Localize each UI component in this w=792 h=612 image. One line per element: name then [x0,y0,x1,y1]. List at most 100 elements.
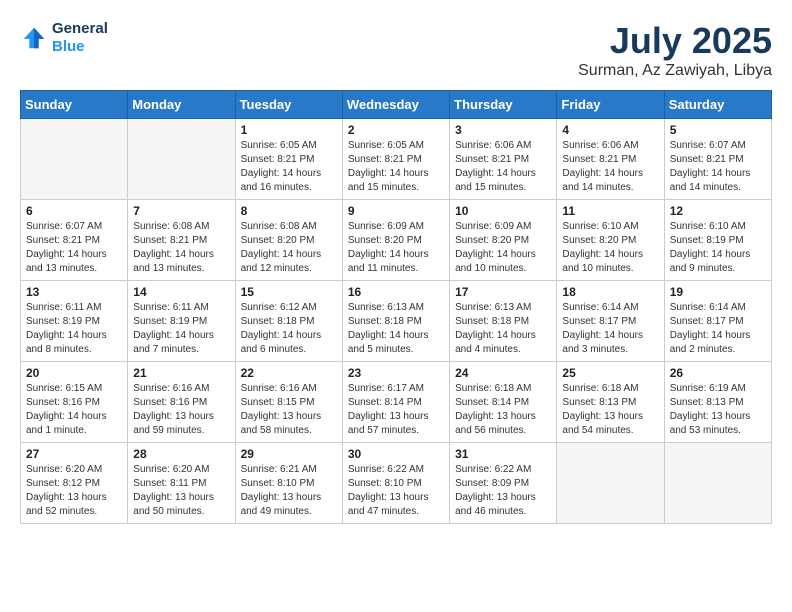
calendar-cell: 31Sunrise: 6:22 AM Sunset: 8:09 PM Dayli… [450,443,557,524]
day-info: Sunrise: 6:21 AM Sunset: 8:10 PM Dayligh… [241,463,337,519]
day-info: Sunrise: 6:11 AM Sunset: 8:19 PM Dayligh… [133,301,229,357]
calendar-cell: 28 Sunrise: 6:20 AM Sunset: 8:11 PM Dayli… [128,443,235,524]
calendar-cell: 24 Sunrise: 6:18 AM Sunset: 8:14 PM Dayli… [450,362,557,443]
calendar-cell: 23 Sunrise: 6:17 AM Sunset: 8:14 PM Dayli… [342,362,449,443]
day-info: Sunrise: 6:06 AM Sunset: 8:21 PM Dayligh… [455,139,551,195]
calendar-cell: 15Sunrise: 6:12 AM Sunset: 8:18 PM Dayli… [235,281,342,362]
day-info: Sunrise: 6:18 AM Sunset: 8:14 PM Dayligh… [455,382,551,438]
day-number: 29 [241,447,337,461]
day-number: 21 [133,366,229,380]
page-header: General Blue July 2025 Surman, Az Zawiya… [20,20,772,80]
day-info: Sunrise: 6:15 AM Sunset: 8:16 PM Dayligh… [26,382,122,438]
calendar-cell: 19 Sunrise: 6:14 AM Sunset: 8:17 PM Dayli… [664,281,771,362]
logo: General Blue [20,20,108,56]
day-number: 23 [348,366,444,380]
day-number: 5 [670,123,766,137]
day-info: Sunrise: 6:13 AM Sunset: 8:18 PM Dayligh… [455,301,551,357]
day-number: 15 [241,285,337,299]
calendar-cell [128,119,235,200]
calendar-cell: 26 Sunrise: 6:19 AM Sunset: 8:13 PM Dayli… [664,362,771,443]
weekday-wednesday: Wednesday [342,91,449,119]
logo-text: General Blue [52,20,108,56]
day-number: 24 [455,366,551,380]
calendar-cell: 17 Sunrise: 6:13 AM Sunset: 8:18 PM Dayli… [450,281,557,362]
calendar-cell: 11 Sunrise: 6:10 AM Sunset: 8:20 PM Dayli… [557,200,664,281]
calendar-cell: 7 Sunrise: 6:08 AM Sunset: 8:21 PM Daylig… [128,200,235,281]
day-info: Sunrise: 6:14 AM Sunset: 8:17 PM Dayligh… [670,301,766,357]
day-info: Sunrise: 6:07 AM Sunset: 8:21 PM Dayligh… [670,139,766,195]
weekday-saturday: Saturday [664,91,771,119]
day-info: Sunrise: 6:22 AM Sunset: 8:10 PM Dayligh… [348,463,444,519]
day-info: Sunrise: 6:16 AM Sunset: 8:15 PM Dayligh… [241,382,337,438]
week-row-2: 6 Sunrise: 6:07 AM Sunset: 8:21 PM Daylig… [21,200,772,281]
weekday-tuesday: Tuesday [235,91,342,119]
day-number: 6 [26,204,122,218]
day-info: Sunrise: 6:09 AM Sunset: 8:20 PM Dayligh… [348,220,444,276]
calendar-cell [557,443,664,524]
day-number: 26 [670,366,766,380]
day-number: 7 [133,204,229,218]
day-number: 13 [26,285,122,299]
day-info: Sunrise: 6:05 AM Sunset: 8:21 PM Dayligh… [348,139,444,195]
day-number: 31 [455,447,551,461]
weekday-header-row: SundayMondayTuesdayWednesdayThursdayFrid… [21,91,772,119]
day-number: 22 [241,366,337,380]
calendar-cell: 29 Sunrise: 6:21 AM Sunset: 8:10 PM Dayli… [235,443,342,524]
day-info: Sunrise: 6:17 AM Sunset: 8:14 PM Dayligh… [348,382,444,438]
day-number: 2 [348,123,444,137]
day-info: Sunrise: 6:20 AM Sunset: 8:12 PM Dayligh… [26,463,122,519]
calendar-cell: 13 Sunrise: 6:11 AM Sunset: 8:19 PM Dayli… [21,281,128,362]
day-number: 18 [562,285,658,299]
day-info: Sunrise: 6:07 AM Sunset: 8:21 PM Dayligh… [26,220,122,276]
calendar-cell: 1Sunrise: 6:05 AM Sunset: 8:21 PM Daylig… [235,119,342,200]
day-number: 30 [348,447,444,461]
day-info: Sunrise: 6:08 AM Sunset: 8:20 PM Dayligh… [241,220,337,276]
calendar-cell: 16Sunrise: 6:13 AM Sunset: 8:18 PM Dayli… [342,281,449,362]
month-title: July 2025 [578,20,772,62]
day-number: 14 [133,285,229,299]
calendar-cell: 14 Sunrise: 6:11 AM Sunset: 8:19 PM Dayli… [128,281,235,362]
day-info: Sunrise: 6:13 AM Sunset: 8:18 PM Dayligh… [348,301,444,357]
calendar-cell: 22 Sunrise: 6:16 AM Sunset: 8:15 PM Dayli… [235,362,342,443]
calendar-cell: 18Sunrise: 6:14 AM Sunset: 8:17 PM Dayli… [557,281,664,362]
calendar-cell: 3 Sunrise: 6:06 AM Sunset: 8:21 PM Daylig… [450,119,557,200]
calendar-cell: 20 Sunrise: 6:15 AM Sunset: 8:16 PM Dayli… [21,362,128,443]
day-number: 3 [455,123,551,137]
day-info: Sunrise: 6:20 AM Sunset: 8:11 PM Dayligh… [133,463,229,519]
calendar-cell: 30 Sunrise: 6:22 AM Sunset: 8:10 PM Dayli… [342,443,449,524]
day-info: Sunrise: 6:10 AM Sunset: 8:19 PM Dayligh… [670,220,766,276]
day-number: 28 [133,447,229,461]
day-info: Sunrise: 6:11 AM Sunset: 8:19 PM Dayligh… [26,301,122,357]
calendar-cell: 2 Sunrise: 6:05 AM Sunset: 8:21 PM Daylig… [342,119,449,200]
day-info: Sunrise: 6:19 AM Sunset: 8:13 PM Dayligh… [670,382,766,438]
calendar-cell: 27 Sunrise: 6:20 AM Sunset: 8:12 PM Dayli… [21,443,128,524]
calendar: SundayMondayTuesdayWednesdayThursdayFrid… [20,90,772,524]
day-number: 25 [562,366,658,380]
day-number: 19 [670,285,766,299]
week-row-4: 20 Sunrise: 6:15 AM Sunset: 8:16 PM Dayli… [21,362,772,443]
day-number: 17 [455,285,551,299]
day-number: 12 [670,204,766,218]
calendar-cell: 25Sunrise: 6:18 AM Sunset: 8:13 PM Dayli… [557,362,664,443]
day-number: 9 [348,204,444,218]
day-info: Sunrise: 6:08 AM Sunset: 8:21 PM Dayligh… [133,220,229,276]
week-row-3: 13 Sunrise: 6:11 AM Sunset: 8:19 PM Dayli… [21,281,772,362]
day-number: 1 [241,123,337,137]
day-info: Sunrise: 6:16 AM Sunset: 8:16 PM Dayligh… [133,382,229,438]
day-info: Sunrise: 6:10 AM Sunset: 8:20 PM Dayligh… [562,220,658,276]
day-info: Sunrise: 6:06 AM Sunset: 8:21 PM Dayligh… [562,139,658,195]
location: Surman, Az Zawiyah, Libya [578,62,772,80]
logo-icon [20,24,48,52]
calendar-cell [664,443,771,524]
week-row-1: 1 Sunrise: 6:05 AM Sunset: 8:21 PM Daylig… [21,119,772,200]
day-number: 27 [26,447,122,461]
calendar-cell: 4Sunrise: 6:06 AM Sunset: 8:21 PM Daylig… [557,119,664,200]
day-number: 8 [241,204,337,218]
weekday-monday: Monday [128,91,235,119]
day-number: 20 [26,366,122,380]
day-info: Sunrise: 6:09 AM Sunset: 8:20 PM Dayligh… [455,220,551,276]
weekday-sunday: Sunday [21,91,128,119]
day-number: 10 [455,204,551,218]
day-number: 11 [562,204,658,218]
calendar-cell: 12 Sunrise: 6:10 AM Sunset: 8:19 PM Dayli… [664,200,771,281]
